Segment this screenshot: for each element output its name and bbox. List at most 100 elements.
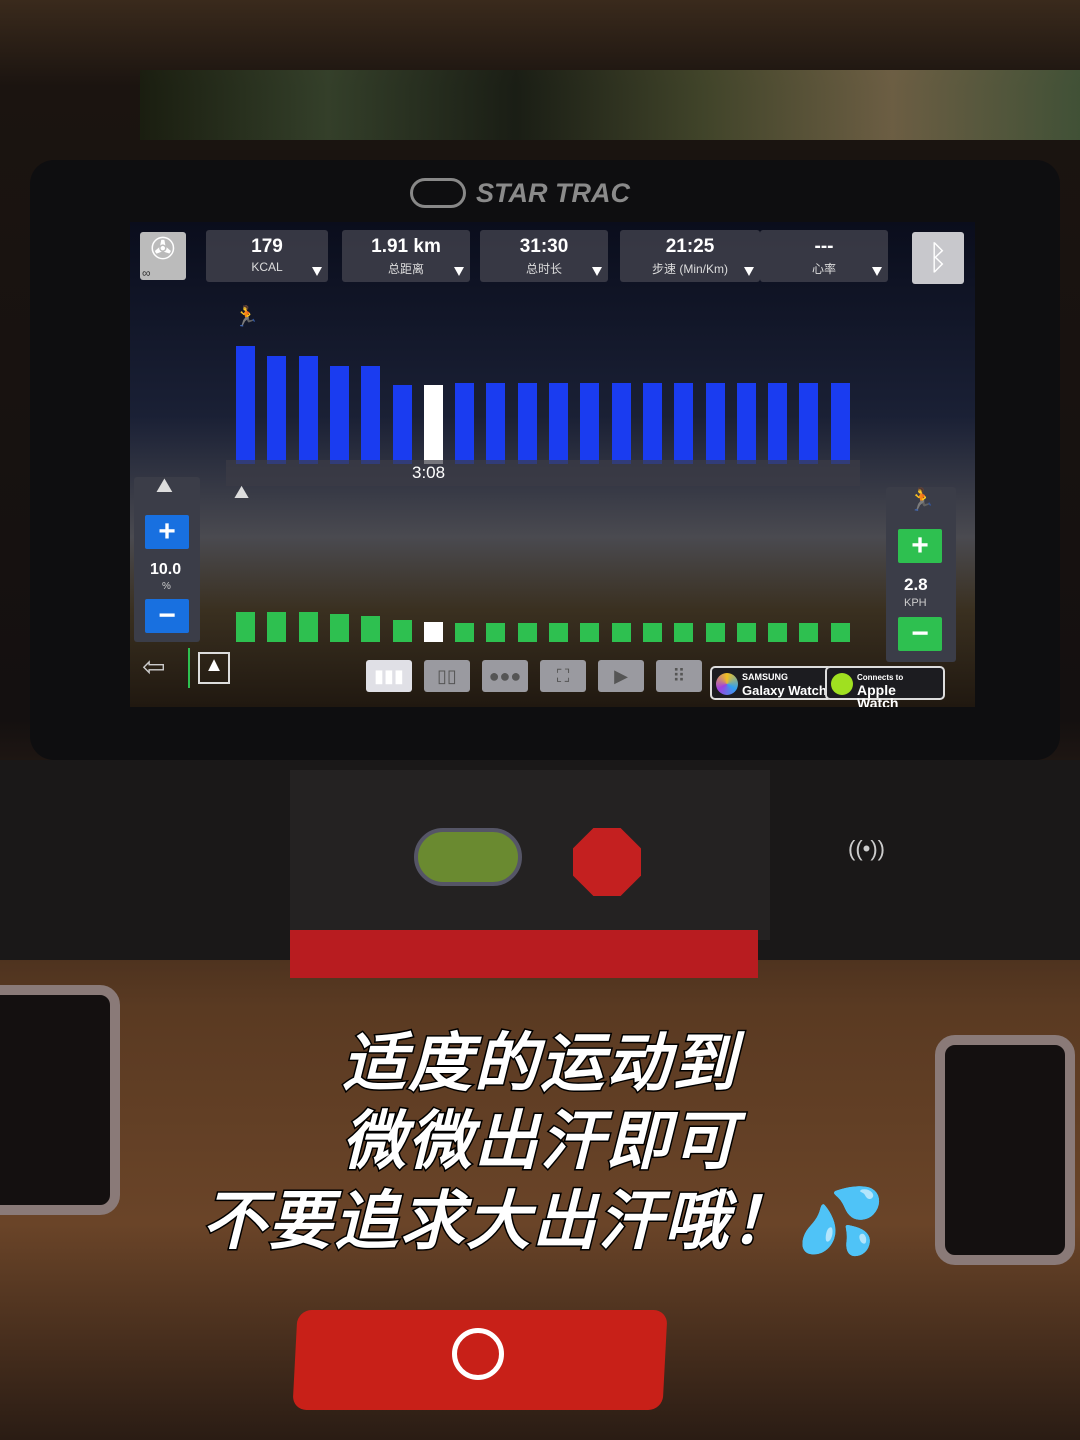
toolbar-fullscreen-button[interactable]: ⛶ <box>540 660 586 692</box>
stat-label: 步速 (Min/Km) <box>652 262 728 276</box>
stat-value: 1.91 km <box>371 236 441 257</box>
profile-bar <box>423 385 443 464</box>
profile-bar <box>674 383 694 464</box>
speed-unit: KPH <box>904 597 927 609</box>
dropdown-arrow-icon <box>312 267 322 276</box>
profile-bar <box>674 623 694 642</box>
apps-icon: ⠿ <box>672 666 686 686</box>
incline-icon: ⛰ <box>156 475 173 497</box>
profile-bar <box>329 365 349 464</box>
profile-bar <box>486 623 506 642</box>
profile-bar <box>705 623 725 642</box>
apple-watch-icon <box>831 673 853 695</box>
profile-bar <box>298 612 318 642</box>
profile-bar <box>455 623 475 642</box>
profile-bar <box>517 623 537 642</box>
dropdown-arrow-icon <box>454 267 464 276</box>
stat-3[interactable]: 21:25 步速 (Min/Km) <box>620 230 760 282</box>
fan-icon: ✇ <box>150 233 176 266</box>
exit-icon: ⇦ <box>142 651 166 682</box>
window-reflection <box>140 70 1080 140</box>
profile-bar <box>423 622 443 642</box>
incline-unit: % <box>162 581 171 592</box>
start-button[interactable] <box>414 828 522 886</box>
stat-value: 31:30 <box>519 236 569 257</box>
galaxy-watch-label: Galaxy Watch <box>742 683 827 698</box>
stat-1[interactable]: 1.91 km 总距离 <box>342 230 470 282</box>
stat-2[interactable]: 31:30 总时长 <box>480 230 608 282</box>
profile-bar <box>611 383 631 464</box>
stop-circle-icon <box>452 1328 504 1380</box>
bluetooth-icon: ᛒ <box>927 239 949 277</box>
profile-bar <box>361 616 381 642</box>
caption-line-2: 微微出汗即可 <box>341 1104 738 1179</box>
incline-up-button[interactable]: + <box>145 515 189 549</box>
scenery-button[interactable]: ▲ <box>198 652 230 684</box>
dropdown-arrow-icon <box>744 267 754 276</box>
toolbar-apps-button[interactable]: ⠿ <box>656 660 702 692</box>
toolbar-split-view-button[interactable]: ▯▯ <box>424 660 470 692</box>
incline-profile-chart <box>230 582 860 642</box>
profile-bar <box>236 612 255 642</box>
profile-bar <box>830 623 850 642</box>
profile-bar <box>736 623 756 642</box>
profile-bar <box>768 383 788 464</box>
caption-line-3: 不要追求大出汗哦！💦 <box>201 1184 878 1259</box>
galaxy-watch-icon <box>716 673 738 695</box>
speed-down-button[interactable]: − <box>898 617 942 651</box>
profile-bar <box>549 383 568 464</box>
exit-button[interactable]: ⇦ <box>142 650 182 686</box>
fan-button[interactable]: ✇ ∞ <box>140 232 186 280</box>
stat-4[interactable]: --- 心率 <box>760 230 888 282</box>
profile-bar <box>517 383 537 464</box>
speed-up-button[interactable]: + <box>898 529 942 563</box>
profile-bar <box>830 383 850 464</box>
video-icon: ▶ <box>614 666 628 686</box>
bluetooth-button[interactable]: ᛒ <box>912 232 964 284</box>
split-view-icon: ▯▯ <box>437 666 457 686</box>
profile-bar <box>361 365 381 464</box>
samsung-galaxy-watch-button[interactable]: SAMSUNG Galaxy Watch <box>710 666 833 700</box>
profile-bar <box>486 383 506 464</box>
profile-bar <box>580 383 600 464</box>
profile-bar <box>642 623 662 642</box>
profile-bar <box>392 620 412 642</box>
profile-bar <box>549 623 568 642</box>
stop-button[interactable] <box>573 828 641 896</box>
bar-chart-icon: ▮▮▮ <box>374 666 404 686</box>
profile-bar <box>236 346 255 464</box>
profile-bar <box>642 383 662 464</box>
speed-profile-chart <box>230 332 860 464</box>
profile-bar <box>799 383 819 464</box>
treadmill-screen: ✇ ∞ 179 KCAL 1.91 km 总距离 31:30 总时长 21:25 步速 (Mi… <box>130 222 975 707</box>
fan-speed-label: ∞ <box>142 266 151 280</box>
profile-bar <box>768 623 788 642</box>
profile-bar <box>580 623 600 642</box>
divider <box>188 648 190 688</box>
stat-label: 总时长 <box>525 262 562 276</box>
nfc-icon: ((•)) <box>848 836 886 861</box>
red-trim <box>290 930 758 978</box>
incline-value: 10.0 <box>150 561 182 578</box>
profile-bar <box>705 383 725 464</box>
toolbar-dots-button[interactable]: ●●● <box>482 660 528 692</box>
brand-name: STAR TRAC <box>476 178 630 208</box>
dots-icon: ●●● <box>488 666 522 686</box>
profile-bar <box>267 355 287 464</box>
tree-icon: ▲ <box>204 654 224 676</box>
incline-control: ⛰ + 10.0 % − <box>134 475 200 642</box>
dropdown-arrow-icon <box>872 267 882 276</box>
brand-logo-icon <box>410 178 466 208</box>
profile-bar <box>267 612 287 642</box>
dropdown-arrow-icon <box>592 267 602 276</box>
stat-label: 总距离 <box>387 262 424 276</box>
toolbar-video-button[interactable]: ▶ <box>598 660 644 692</box>
toolbar-bar-chart-button[interactable]: ▮▮▮ <box>366 660 412 692</box>
warning-panel <box>290 770 770 940</box>
profile-bar <box>799 623 819 642</box>
profile-bar <box>329 614 349 642</box>
incline-down-button[interactable]: − <box>145 599 189 633</box>
apple-watch-button[interactable]: Connects to Apple Watch <box>825 666 945 707</box>
stat-0[interactable]: 179 KCAL <box>206 230 328 282</box>
stat-label: 心率 <box>811 262 836 276</box>
